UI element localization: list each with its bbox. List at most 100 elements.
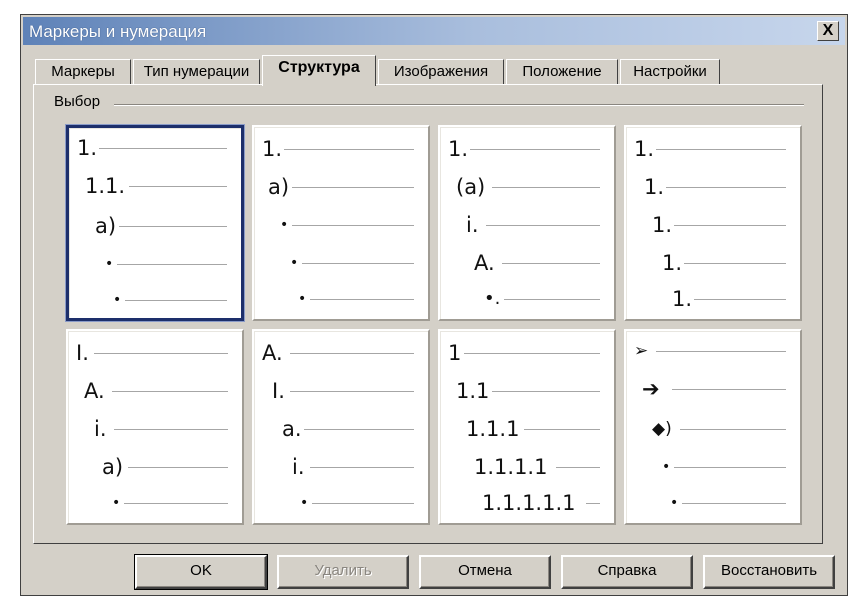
level-line — [290, 391, 414, 392]
level-label: • — [670, 495, 679, 511]
level-line — [502, 263, 600, 264]
level-line — [124, 503, 228, 504]
level-label: 1.1.1 — [466, 417, 520, 441]
level-label: 1. — [672, 287, 693, 311]
level-label: 1.1. — [85, 174, 126, 198]
tab-label: Изображения — [393, 63, 489, 80]
level-label: • — [113, 292, 122, 308]
level-line — [504, 299, 600, 300]
level-label: A. — [262, 341, 283, 365]
level-label: • — [298, 291, 307, 307]
arrow-bullet-icon: ➔ — [642, 377, 660, 401]
level-label: i. — [292, 455, 305, 479]
level-line — [119, 226, 227, 227]
level-line — [674, 225, 786, 226]
level-label: • — [112, 495, 121, 511]
outline-option-2[interactable]: 1. a) • • • — [252, 125, 430, 321]
level-line — [99, 148, 227, 149]
tab-label: Положение — [522, 63, 602, 80]
delete-button[interactable]: Удалить — [277, 555, 409, 589]
outline-tab-panel: Выбор 1. 1.1. a) • • 1. a) • • • 1. (a) … — [33, 84, 823, 544]
level-label: A. — [474, 251, 495, 275]
level-line — [112, 391, 228, 392]
tab-position[interactable]: Положение — [506, 59, 618, 85]
level-line — [114, 429, 228, 430]
tab-numbering-type[interactable]: Тип нумерации — [133, 59, 260, 85]
level-line — [586, 503, 600, 504]
level-label: • — [280, 217, 289, 233]
level-label: • — [290, 255, 299, 271]
level-line — [682, 503, 786, 504]
level-label: a) — [95, 214, 117, 238]
outline-option-3[interactable]: 1. (a) i. A. •. — [438, 125, 616, 321]
level-line — [656, 149, 786, 150]
level-line — [292, 187, 414, 188]
level-label: •. — [484, 288, 501, 309]
level-line — [666, 187, 786, 188]
outline-option-1[interactable]: 1. 1.1. a) • • — [65, 124, 245, 322]
outline-option-4[interactable]: 1. 1. 1. 1. 1. — [624, 125, 802, 321]
level-line — [674, 467, 786, 468]
level-label: 1.1 — [456, 379, 490, 403]
outline-option-6[interactable]: A. I. a. i. • — [252, 329, 430, 525]
help-button[interactable]: Справка — [561, 555, 693, 589]
level-label: 1.1.1.1.1 — [482, 491, 576, 515]
level-line — [304, 429, 414, 430]
title-bar: Маркеры и нумерация X — [23, 17, 845, 45]
level-line — [310, 467, 414, 468]
tab-images[interactable]: Изображения — [378, 59, 504, 85]
level-label: (a) — [456, 175, 486, 199]
level-line — [470, 149, 600, 150]
level-line — [302, 263, 414, 264]
level-label: 1. — [652, 213, 673, 237]
reset-button[interactable]: Восстановить — [703, 555, 835, 589]
level-label: I. — [76, 341, 89, 365]
level-label: 1. — [448, 137, 469, 161]
tab-customize[interactable]: Настройки — [620, 59, 720, 85]
tab-outline[interactable]: Структура — [262, 55, 376, 86]
level-label: • — [105, 256, 114, 272]
level-line — [128, 467, 228, 468]
outline-option-5[interactable]: I. A. i. a) • — [66, 329, 244, 525]
level-label: 1. — [634, 137, 655, 161]
level-line — [94, 353, 228, 354]
tab-label: Маркеры — [51, 63, 115, 80]
level-line — [312, 503, 414, 504]
tab-bullets[interactable]: Маркеры — [35, 59, 131, 85]
level-line — [492, 187, 600, 188]
level-line — [292, 225, 414, 226]
level-label: • — [300, 495, 309, 511]
arrowhead-bullet-icon: ➢ — [634, 341, 649, 361]
level-line — [310, 299, 414, 300]
level-label: 1. — [262, 137, 283, 161]
level-label: a) — [102, 455, 124, 479]
tab-label: Структура — [278, 59, 360, 76]
outline-option-8[interactable]: ➢ ➔ ◆) • • — [624, 329, 802, 525]
outline-option-7[interactable]: 1 1.1 1.1.1 1.1.1.1 1.1.1.1.1 — [438, 329, 616, 525]
level-label: • — [662, 459, 671, 475]
level-line — [684, 263, 786, 264]
level-label: a) — [268, 175, 290, 199]
level-line — [125, 300, 227, 301]
diamond-bullet-icon: ◆) — [652, 419, 672, 439]
level-label: I. — [272, 379, 285, 403]
close-button[interactable]: X — [817, 21, 839, 41]
level-line — [524, 429, 600, 430]
cancel-button[interactable]: Отмена — [419, 555, 551, 589]
level-line — [492, 391, 600, 392]
level-label: i. — [94, 417, 107, 441]
group-divider — [114, 104, 804, 106]
level-label: 1 — [448, 341, 462, 365]
level-label: 1.1.1.1 — [474, 455, 548, 479]
close-icon: X — [822, 22, 834, 39]
selection-group-label: Выбор — [54, 93, 107, 110]
level-line — [672, 389, 786, 390]
level-line — [117, 264, 227, 265]
window-title: Маркеры и нумерация — [29, 22, 207, 41]
level-line — [556, 467, 600, 468]
level-label: 1. — [77, 136, 98, 160]
level-line — [284, 149, 414, 150]
level-line — [129, 186, 227, 187]
level-label: i. — [466, 213, 479, 237]
ok-button[interactable]: OK — [134, 554, 268, 590]
